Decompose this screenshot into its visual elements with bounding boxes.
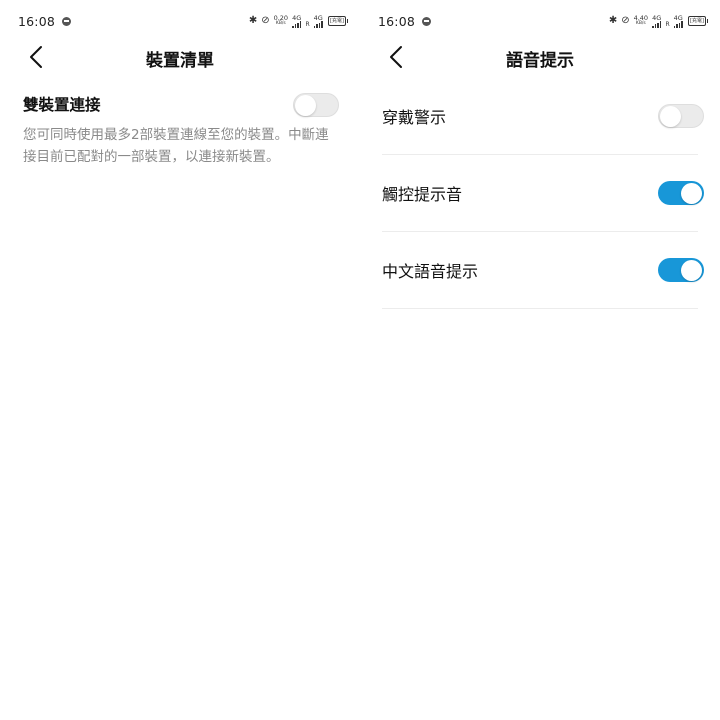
header: 裝置清單 [0, 38, 360, 78]
voice-prompt-settings: 穿戴警示 觸控提示音 中文語音提示 [382, 78, 704, 309]
setting-row-wear-alert: 穿戴警示 [382, 78, 704, 155]
toggle-knob [681, 259, 702, 281]
dual-connection-description: 您可同時使用最多2部裝置連線至您的裝置。中斷連接目前已配對的一部裝置，以連接新裝… [23, 127, 329, 165]
header: 語音提示 [360, 38, 720, 78]
bluetooth-icon: ✱ [608, 15, 618, 26]
status-right: ✱ ⊘ 4.40 KB/s 4G R 4G [充電] [608, 14, 708, 28]
network-speed-unit: KB/s [635, 21, 646, 26]
wear-alert-label: 穿戴警示 [382, 108, 447, 127]
network-type-1: 4G [652, 14, 662, 28]
page-title: 語音提示 [506, 51, 574, 71]
status-bar: 16:08 ✱ ⊘ 4.40 KB/s 4G R 4G [充電] [378, 12, 708, 30]
network-speed: 0.20 KB/s [274, 15, 288, 27]
wear-alert-toggle[interactable] [658, 104, 704, 128]
network-type-2: 4G [673, 14, 683, 28]
network-speed-unit: KB/s [275, 21, 286, 26]
signal-icon [292, 20, 302, 28]
message-icon [62, 16, 72, 26]
signal-icon [652, 20, 662, 28]
bluetooth-icon: ✱ [248, 15, 258, 26]
network-type-1: 4G [292, 14, 302, 28]
chinese-voice-label: 中文語音提示 [382, 262, 479, 281]
message-icon [422, 16, 432, 26]
signal-icon [673, 20, 683, 28]
toggle-knob [660, 105, 681, 127]
device-list-screen: 16:08 ✱ ⊘ 0.20 KB/s 4G R 4G [充電] 裝置清單 雙裝… [0, 0, 360, 720]
status-left: 16:08 [378, 13, 432, 29]
battery-icon: [充電] [688, 16, 708, 26]
battery-icon: [充電] [328, 16, 348, 26]
status-time: 16:08 [18, 13, 56, 29]
voice-prompt-screen: 16:08 ✱ ⊘ 4.40 KB/s 4G R 4G [充電] 語音提示 穿戴… [360, 0, 720, 720]
app-root: 16:08 ✱ ⊘ 0.20 KB/s 4G R 4G [充電] 裝置清單 雙裝… [0, 0, 720, 720]
toggle-knob [681, 182, 702, 204]
touch-sound-label: 觸控提示音 [382, 185, 463, 204]
toggle-knob [295, 94, 316, 116]
page-title: 裝置清單 [146, 51, 214, 71]
status-time: 16:08 [378, 13, 416, 29]
roaming-indicator: R [305, 20, 310, 28]
setting-row-chinese-voice: 中文語音提示 [382, 232, 704, 309]
status-bar: 16:08 ✱ ⊘ 0.20 KB/s 4G R 4G [充電] [18, 12, 348, 30]
mute-icon: ⊘ [621, 15, 630, 26]
status-left: 16:08 [18, 13, 72, 29]
dual-connection-toggle[interactable] [293, 93, 339, 117]
touch-sound-toggle[interactable] [658, 181, 704, 205]
network-speed: 4.40 KB/s [634, 15, 648, 27]
status-right: ✱ ⊘ 0.20 KB/s 4G R 4G [充電] [248, 14, 348, 28]
chinese-voice-toggle[interactable] [658, 258, 704, 282]
signal-icon [313, 20, 323, 28]
network-type-2: 4G [313, 14, 323, 28]
mute-icon: ⊘ [261, 15, 270, 26]
setting-row-touch-sound: 觸控提示音 [382, 155, 704, 232]
roaming-indicator: R [665, 20, 670, 28]
